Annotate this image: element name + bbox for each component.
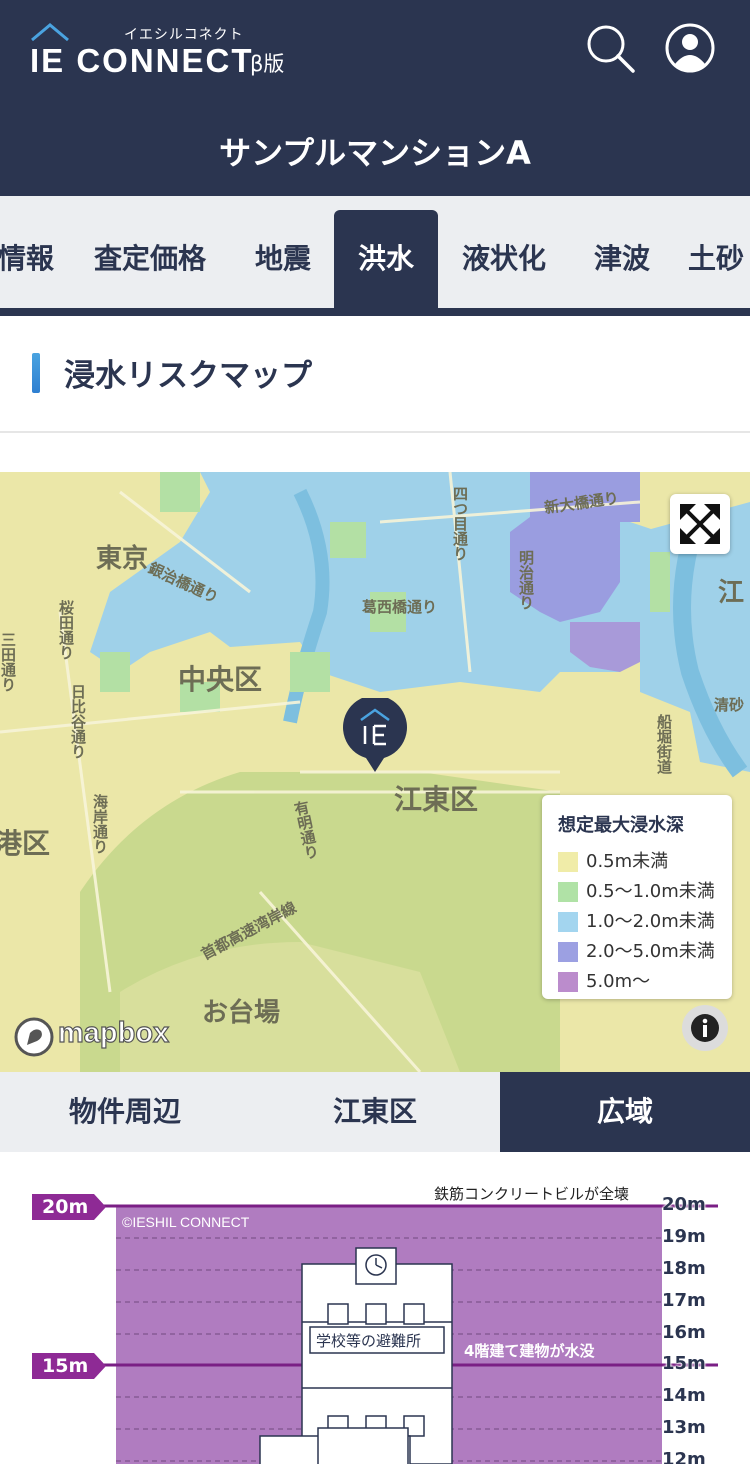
depth-tick: 18m [662,1258,706,1279]
legend-label: 0.5m未満 [586,851,669,872]
legend-item: 2.0〜5.0m未満 [558,937,715,962]
depth-tick: 19m [662,1226,706,1247]
map-label-kazusa: 葛西橋通り [362,598,438,616]
category-tabs: 情報 査定価格 地震 洪水 液状化 津波 土砂 [0,196,750,316]
flood-depth-illustration: ©IESHIL CONNECT 学校等の避難所 20m 15m 鉄筋コンクリート… [0,1152,750,1464]
section-header: 浸水リスクマップ [0,316,750,433]
depth-tick: 20m [662,1194,706,1215]
map-scope-tabs: 物件周辺 江東区 広域 [0,1072,750,1152]
map-label-odaiba: お台場 [202,998,281,1028]
legend-item: 0.5m未満 [558,847,669,872]
map-label-funabori: 船堀街道 [655,714,673,774]
legend-title: 想定最大浸水深 [558,815,684,836]
depth-tick: 14m [662,1385,706,1406]
depth-tick: 17m [662,1290,706,1311]
legend-label: 2.0〜5.0m未満 [586,941,715,962]
depth-marker-20m: 20m [32,1194,94,1220]
map-label-e: 江 [718,578,745,608]
app-header: イエシルコネクト IE CONNECT β版 サンプルマンションA [0,0,750,196]
map-label-mita: 三田通り [0,632,17,692]
tab-liquefaction[interactable]: 液状化 [448,210,560,308]
legend-item: 5.0m〜 [558,967,651,992]
fullscreen-button[interactable] [670,494,730,554]
depth-marker-15m: 15m [32,1353,94,1379]
map-label-yotsume: 四つ目通り [451,486,469,561]
tab-wide-area[interactable]: 広域 [500,1072,750,1152]
legend-item: 0.5〜1.0m未満 [558,877,715,902]
map-label-tokyo: 東京 [96,544,149,574]
logo-text: IE CONNECT [30,42,254,79]
user-icon [665,23,715,73]
legend-item: 1.0〜2.0m未満 [558,907,715,932]
depth-tick: 12m [662,1449,706,1464]
account-button[interactable] [664,22,716,74]
flood-risk-map[interactable]: 東京 中央区 江東区 港区 お台場 江 銀治橋通り 葛西橋通り 四つ目通り 明治… [0,472,750,1072]
building-label: 学校等の避難所 [316,1332,422,1350]
search-button[interactable] [584,22,636,74]
legend-swatch [558,912,578,932]
depth-tick: 16m [662,1322,706,1343]
tab-tsunami[interactable]: 津波 [578,210,666,308]
note-15m: 4階建て建物が水没 [464,1342,595,1360]
map-label-chuo: 中央区 [178,663,263,696]
mapbox-icon [14,1017,54,1057]
section-accent-bar [32,353,40,393]
tab-property-surroundings[interactable]: 物件周辺 [0,1072,250,1152]
note-20m: 鉄筋コンクリートビルが全壊 [434,1185,630,1203]
map-label-sakurada: 桜田通り [57,600,75,660]
marker-arrow [94,1194,106,1220]
map-label-kaigan: 海岸通り [91,794,109,854]
section-title: 浸水リスクマップ [64,358,312,394]
map-label-koto: 江東区 [394,783,479,816]
legend-swatch [558,942,578,962]
depth-tick: 15m [662,1353,706,1374]
tab-landslide[interactable]: 土砂 [688,210,750,308]
legend-swatch [558,852,578,872]
search-icon [587,25,635,73]
info-icon [691,1014,719,1042]
depth-grid [96,1204,718,1464]
legend-swatch [558,882,578,902]
tab-info[interactable]: 情報 [0,210,66,308]
map-info-button[interactable] [682,1005,728,1051]
tab-earthquake[interactable]: 地震 [238,210,328,308]
legend-label: 5.0m〜 [586,971,651,992]
map-label-kiyosumi: 清砂 [714,696,745,714]
map-label-hibiya: 日比谷通り [69,684,87,759]
map-label-minato: 港区 [0,827,51,860]
legend-label: 1.0〜2.0m未満 [586,911,715,932]
marker-arrow [94,1353,106,1379]
flood-depth-legend: 想定最大浸水深 0.5m未満 0.5〜1.0m未満 1.0〜2.0m未満 2.0… [542,795,732,999]
tab-valuation[interactable]: 査定価格 [80,210,220,308]
legend-label: 0.5〜1.0m未満 [586,881,715,902]
logo-kana: イエシルコネクト [124,27,244,43]
beta-label: β版 [250,52,285,76]
mapbox-wordmark: mapbox [57,1016,170,1049]
page-title: サンプルマンションA [219,134,531,172]
depth-tick: 13m [662,1417,706,1438]
expand-arrows-icon [680,504,720,544]
map-label-meiji: 明治通り [517,550,535,610]
tab-flood[interactable]: 洪水 [334,210,438,308]
property-marker[interactable] [342,698,408,774]
house-roof-icon [31,23,69,42]
school-building-icon [259,1247,453,1464]
tab-koto-ward[interactable]: 江東区 [250,1072,500,1152]
legend-swatch [558,972,578,992]
